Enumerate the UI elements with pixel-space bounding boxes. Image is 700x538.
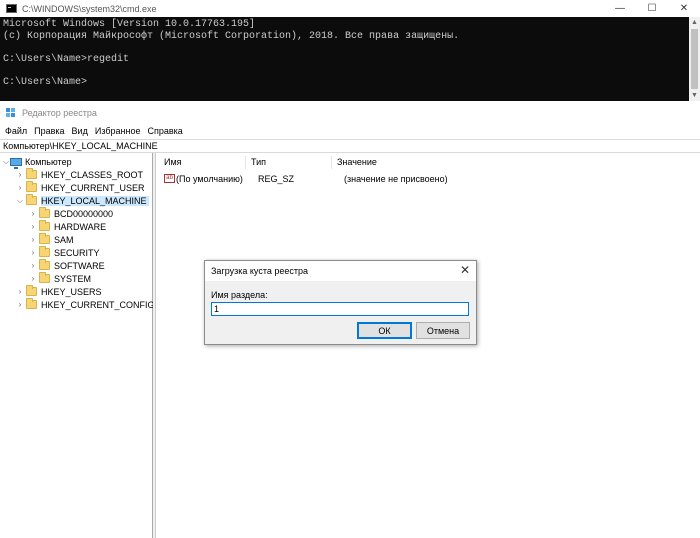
tree-item-label: HKEY_USERS (41, 286, 102, 297)
dialog-title: Загрузка куста реестра (211, 266, 309, 276)
maximize-button[interactable]: ☐ (636, 0, 668, 17)
column-header-name[interactable]: Имя (159, 156, 246, 169)
scroll-up-icon[interactable]: ▲ (689, 17, 700, 28)
tree-item-bcd[interactable]: › BCD00000000 (29, 207, 113, 220)
chevron-right-icon[interactable]: › (29, 220, 37, 233)
folder-icon (26, 194, 37, 205)
tree-item-hkcu[interactable]: › HKEY_CURRENT_USER (16, 181, 145, 194)
tree-item-hklm[interactable]: ⌵ HKEY_LOCAL_MACHINE (16, 194, 149, 207)
folder-icon (39, 246, 50, 257)
console-line: Microsoft Windows [Version 10.0.17763.19… (3, 19, 256, 30)
folder-icon (39, 259, 50, 270)
pane-splitter[interactable] (153, 153, 156, 538)
key-tree: ⌵ Компьютер › HKEY_CLASSES_ROOT › HKEY_C… (0, 153, 155, 538)
console-prompt: C:\Users\Name> (3, 76, 88, 88)
cmd-scrollbar[interactable]: ▲ ▼ (689, 17, 700, 101)
menu-edit[interactable]: Правка (34, 126, 64, 136)
menu-view[interactable]: Вид (72, 126, 88, 136)
folder-icon (39, 207, 50, 218)
console-line: C:\Users\Name>regedit (3, 53, 130, 65)
tree-item-label: SOFTWARE (54, 260, 105, 271)
tree-item-sam[interactable]: › SAM (29, 233, 74, 246)
chevron-right-icon[interactable]: › (16, 298, 24, 311)
tree-item-hku[interactable]: › HKEY_USERS (16, 285, 102, 298)
console-icon (6, 4, 17, 13)
tree-item-label-selected: HKEY_LOCAL_MACHINE (41, 195, 149, 206)
console-output[interactable]: Microsoft Windows [Version 10.0.17763.19… (3, 19, 687, 88)
tree-item-label: BCD00000000 (54, 208, 114, 219)
value-row[interactable]: ab (По умолчанию) REG_SZ (значение не пр… (157, 172, 448, 185)
tree-item-label: HARDWARE (54, 221, 107, 232)
cmd-title: C:\WINDOWS\system32\cmd.exe (22, 3, 157, 14)
cmd-window: C:\WINDOWS\system32\cmd.exe — ☐ ✕ Micros… (0, 0, 700, 101)
chevron-down-icon[interactable]: ⌵ (2, 155, 10, 168)
menu-file[interactable]: Файл (5, 126, 27, 136)
scroll-down-icon[interactable]: ▼ (689, 90, 700, 101)
folder-icon (26, 181, 37, 192)
chevron-right-icon[interactable]: › (29, 272, 37, 285)
tree-item-label: Компьютер (25, 156, 72, 167)
chevron-right-icon[interactable]: › (29, 233, 37, 246)
folder-icon (26, 298, 37, 309)
computer-icon (10, 157, 22, 169)
chevron-right-icon[interactable]: › (29, 246, 37, 259)
regedit-titlebar[interactable]: Редактор реестра (0, 101, 700, 124)
chevron-down-icon[interactable]: ⌵ (16, 194, 24, 207)
minimize-button[interactable]: — (604, 0, 636, 17)
string-value-icon: ab (164, 174, 175, 183)
tree-item-system[interactable]: › SYSTEM (29, 272, 91, 285)
tree-item-label: HKEY_CURRENT_USER (41, 182, 145, 193)
folder-icon (39, 233, 50, 244)
address-bar[interactable]: Компьютер\HKEY_LOCAL_MACHINE (0, 139, 700, 153)
column-header-type[interactable]: Тип (246, 156, 332, 169)
menu-bar: Файл Правка Вид Избранное Справка (0, 124, 700, 138)
menu-favorites[interactable]: Избранное (95, 126, 141, 136)
tree-item-security[interactable]: › SECURITY (29, 246, 100, 259)
folder-icon (39, 272, 50, 283)
tree-item-label: SAM (54, 234, 74, 245)
close-button[interactable]: ✕ (668, 0, 700, 17)
value-type: REG_SZ (258, 173, 295, 184)
chevron-right-icon[interactable]: › (16, 285, 24, 298)
cmd-titlebar[interactable]: C:\WINDOWS\system32\cmd.exe — ☐ ✕ (0, 0, 700, 17)
tree-item-software[interactable]: › SOFTWARE (29, 259, 105, 272)
tree-item-label: SYSTEM (54, 273, 92, 284)
menu-help[interactable]: Справка (147, 126, 182, 136)
values-list[interactable]: Имя Тип Значение ab (По умолчанию) REG_S… (157, 153, 700, 538)
regedit-title: Редактор реестра (22, 107, 97, 118)
chevron-right-icon[interactable]: › (16, 168, 24, 181)
tree-item-label: HKEY_CURRENT_CONFIG (41, 299, 155, 310)
registry-icon (6, 107, 16, 118)
folder-icon (39, 220, 50, 231)
tree-item-label: HKEY_CLASSES_ROOT (41, 169, 144, 180)
value-data: (значение не присвоено) (344, 173, 448, 184)
value-name: (По умолчанию) (176, 173, 243, 184)
chevron-right-icon[interactable]: › (29, 207, 37, 220)
tree-item-hkcr[interactable]: › HKEY_CLASSES_ROOT (16, 168, 143, 181)
tree-item-computer[interactable]: ⌵ Компьютер (2, 155, 72, 169)
dialog-titlebar[interactable]: Загрузка куста реестра ✕ (205, 261, 476, 281)
folder-icon (26, 168, 37, 179)
folder-icon (26, 285, 37, 296)
scroll-thumb[interactable] (691, 29, 698, 89)
cmd-window-controls: — ☐ ✕ (604, 0, 700, 17)
close-icon[interactable]: ✕ (460, 263, 470, 277)
chevron-right-icon[interactable]: › (29, 259, 37, 272)
tree-item-hkcc[interactable]: › HKEY_CURRENT_CONFIG (16, 298, 155, 311)
console-line: (c) Корпорация Майкрософт (Microsoft Cor… (3, 30, 460, 42)
chevron-right-icon[interactable]: › (16, 181, 24, 194)
key-name-label: Имя раздела: (211, 290, 268, 300)
ok-button[interactable]: ОК (357, 322, 412, 339)
load-hive-dialog: Загрузка куста реестра ✕ Имя раздела: ОК… (204, 260, 477, 345)
column-header-value[interactable]: Значение (332, 156, 452, 169)
tree-item-hardware[interactable]: › HARDWARE (29, 220, 106, 233)
key-name-input[interactable] (211, 302, 469, 316)
cancel-button[interactable]: Отмена (416, 322, 470, 339)
tree-item-label: SECURITY (54, 247, 100, 258)
